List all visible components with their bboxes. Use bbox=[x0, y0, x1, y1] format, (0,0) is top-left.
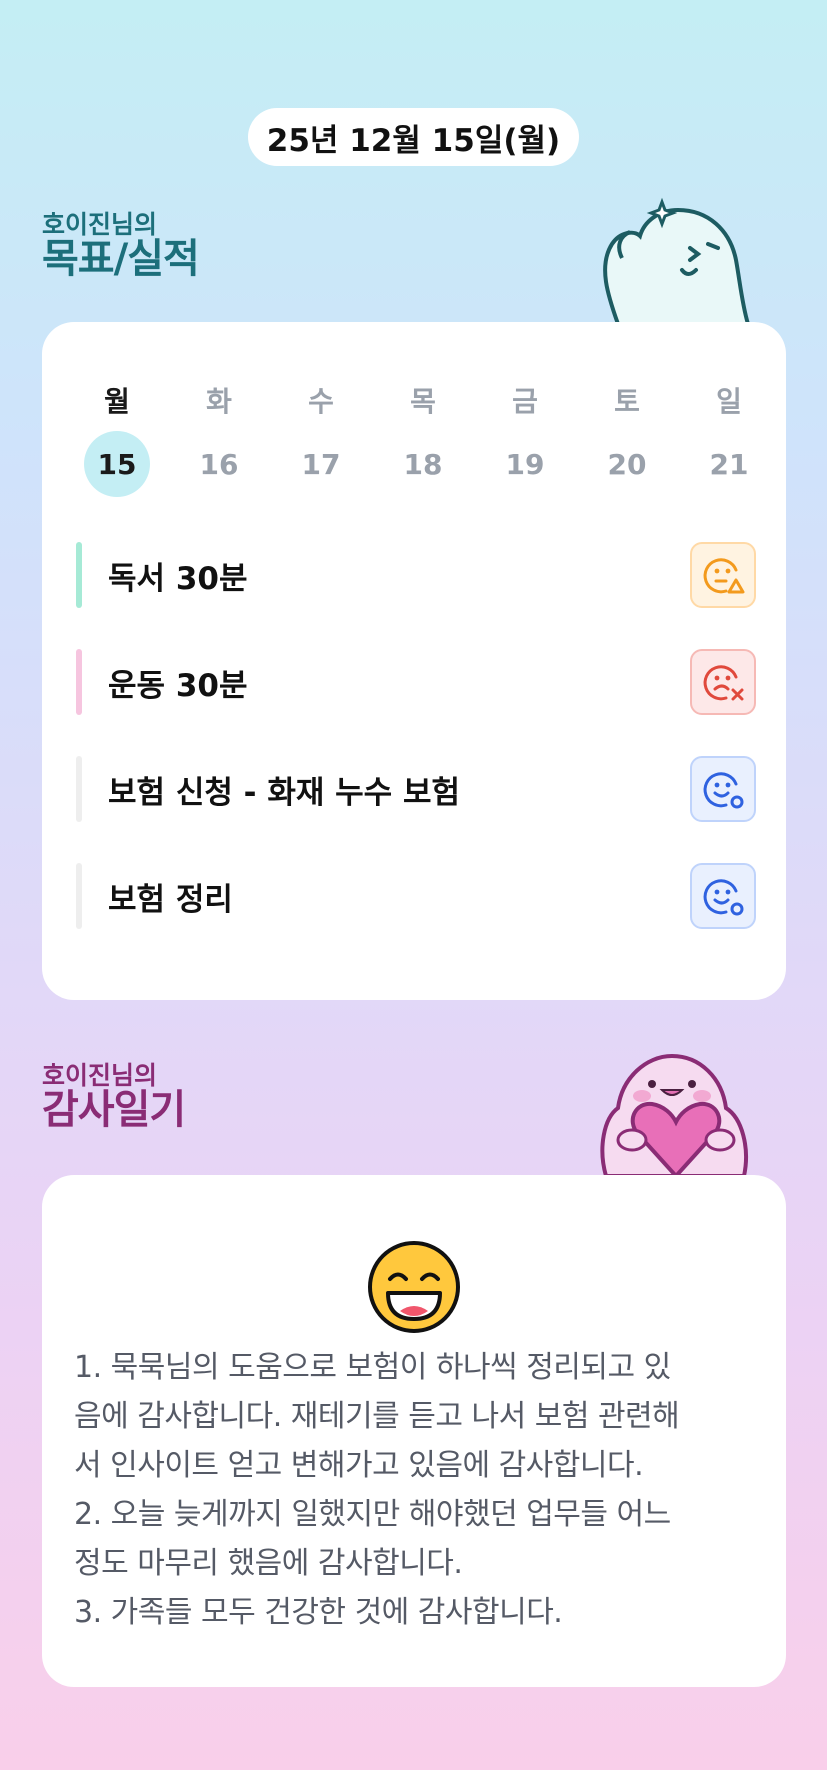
goal-item[interactable]: 운동 30분 bbox=[76, 649, 756, 715]
status-button[interactable] bbox=[690, 756, 756, 822]
goals-title: 목표/실적 bbox=[42, 236, 200, 282]
diary-subtitle: 호이진님의 bbox=[42, 1061, 158, 1090]
date-number: 17 bbox=[301, 447, 341, 481]
date-pill[interactable]: 25년 12월 15일(월) bbox=[248, 108, 579, 166]
goal-label: 보험 신청 - 화재 누수 보험 bbox=[108, 774, 461, 811]
diary-section-title: 호이진님의 감사일기 bbox=[42, 1061, 186, 1133]
goal-label: 운동 30분 bbox=[108, 667, 248, 704]
status-button[interactable] bbox=[690, 649, 756, 715]
goals-card: 월 화 수 목 금 토 일 15 16 17 18 19 20 21 독서 30… bbox=[42, 322, 786, 1000]
date-cell-16[interactable]: 16 bbox=[168, 430, 270, 498]
date-number: 16 bbox=[199, 447, 239, 481]
date-cell-18[interactable]: 18 bbox=[372, 430, 474, 498]
waving-ghost-mascot-icon bbox=[603, 197, 751, 324]
goal-label: 보험 정리 bbox=[108, 881, 233, 918]
diary-title: 감사일기 bbox=[42, 1087, 186, 1133]
date-label: 25년 12월 15일(월) bbox=[266, 122, 561, 159]
date-cell-19[interactable]: 19 bbox=[474, 430, 576, 498]
goal-color-bar bbox=[76, 756, 82, 822]
goals-subtitle: 호이진님의 bbox=[42, 210, 158, 239]
weekday-sat: 토 bbox=[614, 385, 640, 418]
weekday-fri: 금 bbox=[512, 385, 538, 418]
face-pending-icon bbox=[703, 879, 744, 916]
diary-text: 1. 묵묵님의 도움으로 보험이 하나씩 정리되고 있 음에 감사합니다. 재테… bbox=[74, 1350, 680, 1630]
goal-item[interactable]: 보험 신청 - 화재 누수 보험 bbox=[76, 756, 756, 822]
weekday-sun: 일 bbox=[716, 385, 742, 418]
date-number: 20 bbox=[607, 447, 647, 481]
face-warning-icon bbox=[703, 558, 745, 594]
status-button[interactable] bbox=[690, 863, 756, 929]
goal-item[interactable]: 보험 정리 bbox=[76, 863, 756, 929]
diary-card: 1. 묵묵님의 도움으로 보험이 하나씩 정리되고 있 음에 감사합니다. 재테… bbox=[42, 1175, 786, 1687]
goal-color-bar bbox=[76, 542, 82, 608]
grinning-face-emoji-icon bbox=[368, 1241, 460, 1333]
face-pending-icon bbox=[703, 772, 744, 809]
weekday-wed: 수 bbox=[308, 385, 334, 418]
date-number: 19 bbox=[505, 447, 545, 481]
goal-color-bar bbox=[76, 863, 82, 929]
status-button[interactable] bbox=[690, 542, 756, 608]
date-cell-15[interactable]: 15 bbox=[66, 430, 168, 498]
goal-label: 독서 30분 bbox=[108, 560, 248, 597]
weekday-tue: 화 bbox=[206, 385, 232, 418]
face-fail-icon bbox=[703, 665, 744, 701]
date-cell-20[interactable]: 20 bbox=[576, 430, 678, 498]
weekday-mon: 월 bbox=[104, 385, 130, 418]
date-cell-21[interactable]: 21 bbox=[678, 430, 780, 498]
date-row: 15 16 17 18 19 20 21 bbox=[66, 430, 780, 498]
weekday-row: 월 화 수 목 금 토 일 bbox=[66, 380, 780, 420]
date-number: 21 bbox=[709, 447, 749, 481]
weekday-thu: 목 bbox=[410, 385, 436, 418]
goal-item[interactable]: 독서 30분 bbox=[76, 542, 756, 608]
date-number: 18 bbox=[403, 447, 443, 481]
goals-section-title: 호이진님의 목표/실적 bbox=[42, 210, 200, 282]
date-number: 15 bbox=[84, 431, 150, 497]
date-cell-17[interactable]: 17 bbox=[270, 430, 372, 498]
heart-ghost-mascot-icon bbox=[600, 1053, 748, 1176]
goal-color-bar bbox=[76, 649, 82, 715]
